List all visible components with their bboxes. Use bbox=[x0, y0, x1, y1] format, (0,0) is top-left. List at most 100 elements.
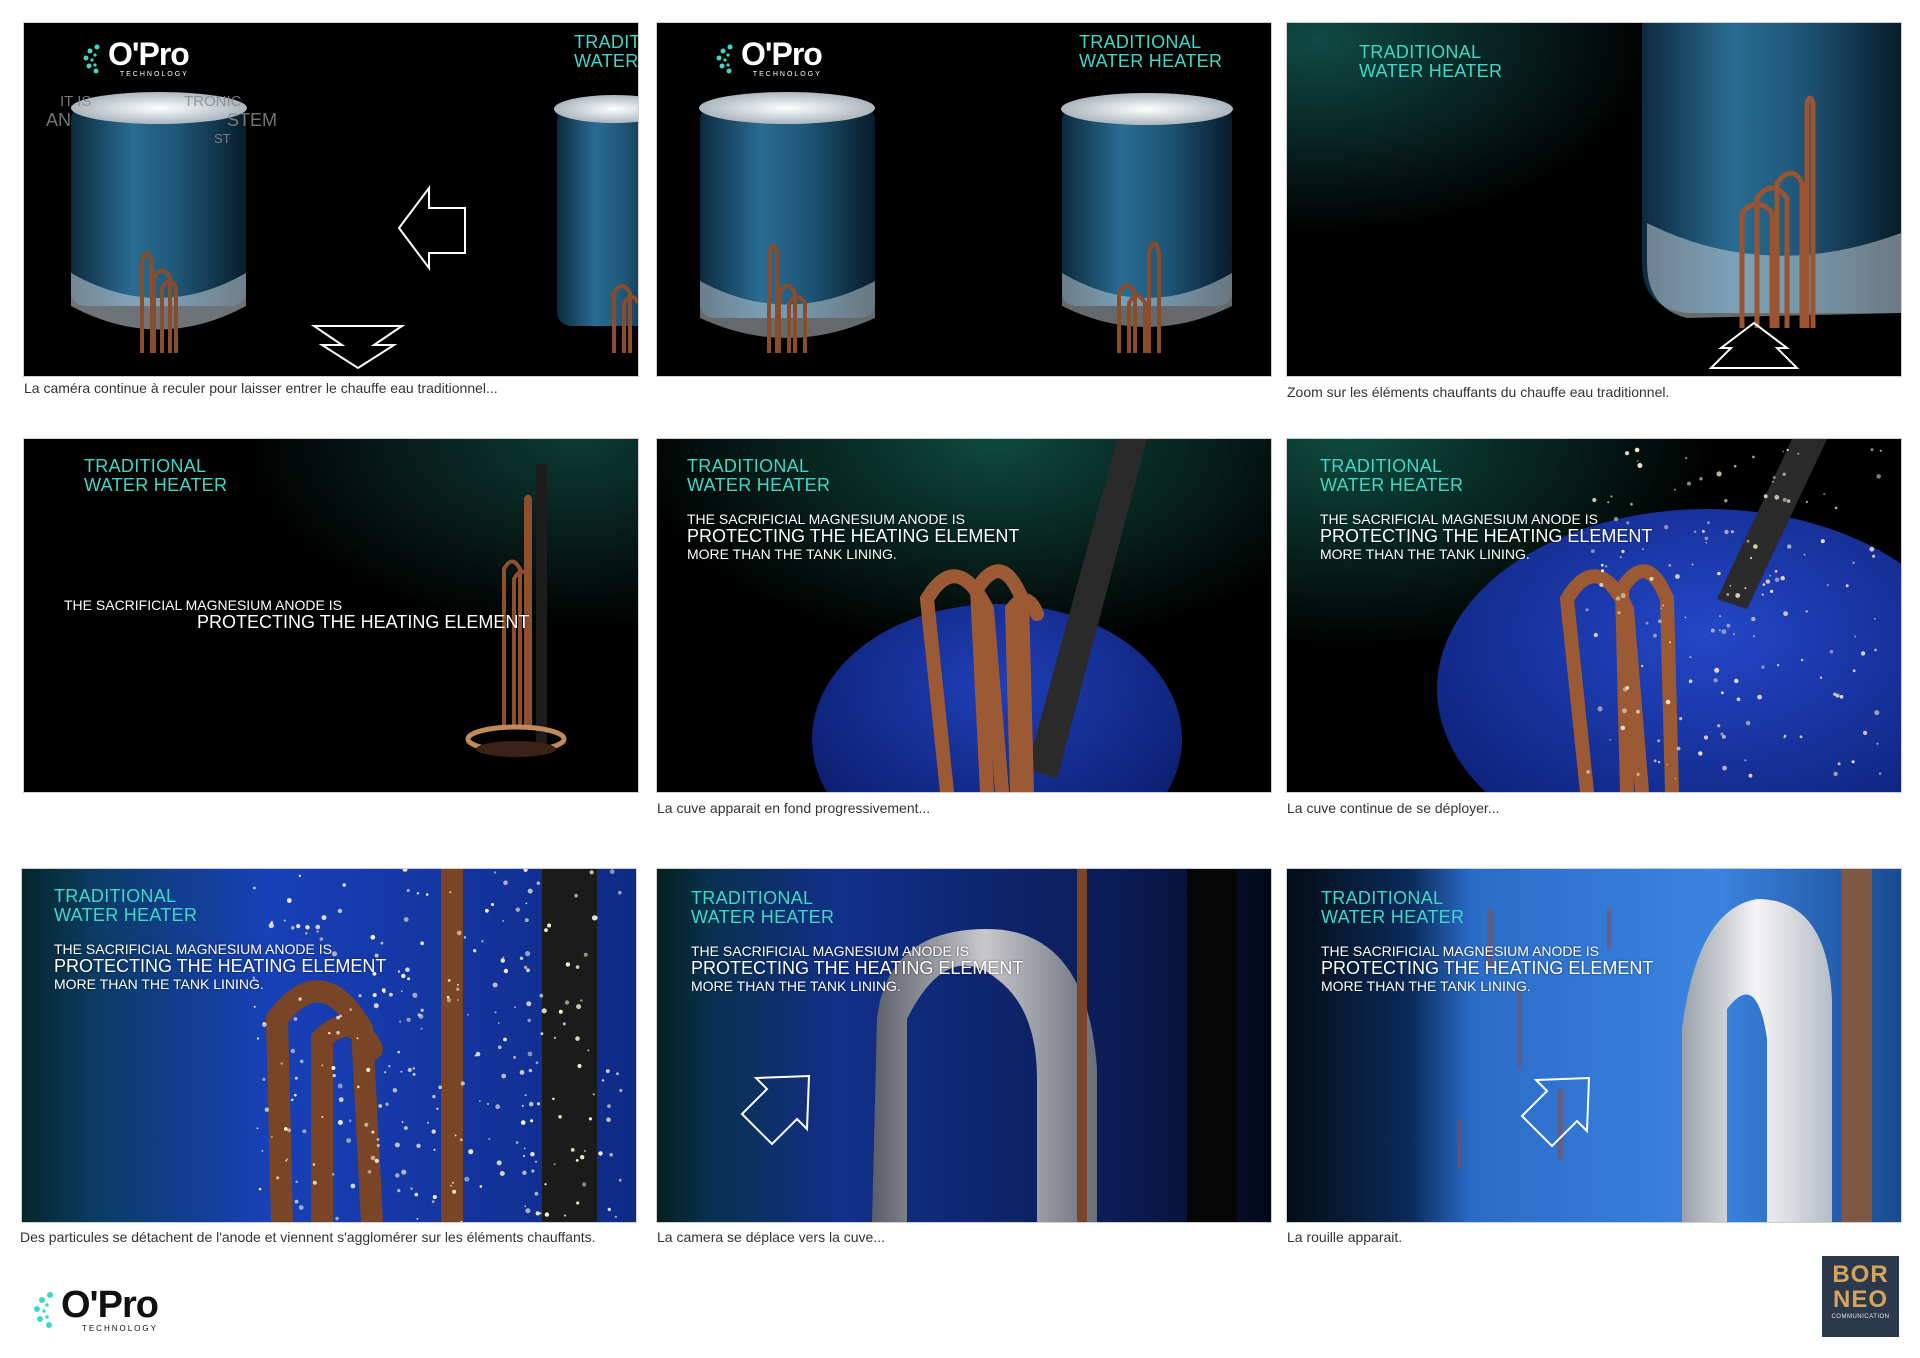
particle bbox=[540, 1032, 544, 1036]
text-line-1: THE SACRIFICIAL MAGNESIUM ANODE IS bbox=[64, 597, 342, 613]
particle bbox=[456, 987, 460, 991]
particle bbox=[294, 1199, 299, 1204]
particle bbox=[1729, 585, 1732, 587]
particle bbox=[1657, 739, 1661, 743]
particle bbox=[262, 1022, 265, 1025]
particle bbox=[338, 1097, 344, 1103]
particle bbox=[503, 880, 508, 886]
particle bbox=[524, 1094, 527, 1097]
particle bbox=[293, 1093, 297, 1097]
particle bbox=[1733, 633, 1736, 636]
particle bbox=[576, 1201, 580, 1205]
storyboard-frame-4: THE SACRIFICIAL MAGNESIUM ANODE IS PROTE… bbox=[23, 438, 639, 793]
opro-logo: O'Pro TECHNOLOGY bbox=[713, 36, 823, 79]
particle bbox=[337, 1120, 343, 1125]
logo-sub: TECHNOLOGY bbox=[119, 71, 189, 78]
particle bbox=[481, 940, 484, 943]
particle bbox=[395, 1173, 400, 1178]
particle bbox=[609, 869, 615, 874]
particle bbox=[1673, 488, 1676, 491]
particle bbox=[432, 1094, 436, 1099]
particle bbox=[1662, 604, 1665, 607]
particle bbox=[1724, 529, 1729, 535]
particle bbox=[1736, 697, 1741, 702]
frame-header: TRADITIONAL WATER HEATER bbox=[1359, 43, 1502, 81]
frame-text: THE SACRIFICIAL MAGNESIUM ANODE IS PROTE… bbox=[64, 597, 529, 632]
particle bbox=[1636, 709, 1640, 714]
particle bbox=[427, 1121, 429, 1124]
particle bbox=[376, 1138, 380, 1141]
particle bbox=[1774, 577, 1780, 583]
particle bbox=[589, 870, 594, 875]
particle bbox=[1770, 589, 1774, 593]
frame-text: THE SACRIFICIAL MAGNESIUM ANODE IS PROTE… bbox=[691, 943, 1023, 995]
particle bbox=[401, 990, 403, 992]
particle bbox=[515, 907, 520, 912]
particle bbox=[299, 1059, 304, 1064]
particle bbox=[580, 1155, 585, 1160]
particle bbox=[420, 1027, 423, 1030]
particle bbox=[262, 1077, 266, 1081]
header-line: WATER HEATER bbox=[1321, 907, 1465, 927]
particle bbox=[1617, 611, 1621, 615]
particle bbox=[531, 1169, 535, 1173]
particle bbox=[1769, 574, 1772, 577]
particle bbox=[526, 968, 530, 973]
particle bbox=[1761, 665, 1765, 669]
particle bbox=[425, 893, 429, 896]
particle bbox=[1625, 686, 1630, 690]
particle bbox=[376, 1143, 380, 1148]
frame-text: THE SACRIFICIAL MAGNESIUM ANODE IS PROTE… bbox=[54, 941, 386, 993]
particle bbox=[321, 915, 327, 921]
particle bbox=[1780, 576, 1785, 581]
particle bbox=[598, 1151, 603, 1156]
particle bbox=[332, 1073, 336, 1078]
particle bbox=[1870, 448, 1874, 451]
particle bbox=[498, 1045, 502, 1050]
particle bbox=[1665, 699, 1671, 705]
frame-1-caption: La caméra continue à reculer pour laisse… bbox=[24, 380, 498, 396]
particle bbox=[420, 941, 424, 946]
particle bbox=[253, 1005, 256, 1008]
particle bbox=[446, 998, 452, 1003]
particle bbox=[1878, 772, 1882, 775]
particle bbox=[388, 1065, 391, 1068]
particle bbox=[321, 1116, 324, 1118]
logo-word: O'Pro bbox=[741, 36, 823, 72]
particle bbox=[295, 1180, 299, 1184]
particle bbox=[283, 919, 286, 922]
particle bbox=[473, 949, 477, 953]
particle bbox=[405, 967, 410, 972]
particle bbox=[1774, 570, 1778, 573]
particle bbox=[270, 1135, 273, 1138]
particle bbox=[1600, 563, 1604, 567]
ghost-line: STEM bbox=[227, 110, 278, 130]
particle bbox=[298, 874, 302, 877]
particle bbox=[1707, 521, 1710, 525]
particle bbox=[290, 1098, 294, 1102]
frame-header: TRADITIONAL WATER HEATER bbox=[691, 889, 834, 927]
particle bbox=[562, 1022, 566, 1026]
particle bbox=[1687, 481, 1691, 486]
particle bbox=[1719, 615, 1721, 617]
particle bbox=[1805, 500, 1808, 503]
particle bbox=[1872, 554, 1876, 558]
particle bbox=[1722, 765, 1727, 771]
frame-6-caption: La cuve continue de se déployer... bbox=[1287, 800, 1500, 816]
header-line: TRADITIONAL bbox=[1079, 32, 1202, 52]
particle bbox=[1726, 623, 1731, 628]
frame-header: TRADIT WATER bbox=[574, 33, 638, 71]
particle bbox=[1753, 544, 1758, 549]
particle bbox=[474, 1054, 477, 1057]
particle bbox=[1761, 593, 1764, 596]
particle bbox=[563, 1214, 567, 1217]
particle bbox=[1653, 633, 1657, 638]
particle bbox=[1721, 691, 1724, 695]
particle bbox=[403, 917, 409, 922]
particle bbox=[487, 1103, 489, 1105]
particle bbox=[500, 958, 505, 963]
particle bbox=[1645, 621, 1649, 625]
particle bbox=[1874, 648, 1877, 652]
particle bbox=[523, 1155, 525, 1157]
particle bbox=[1786, 499, 1791, 503]
